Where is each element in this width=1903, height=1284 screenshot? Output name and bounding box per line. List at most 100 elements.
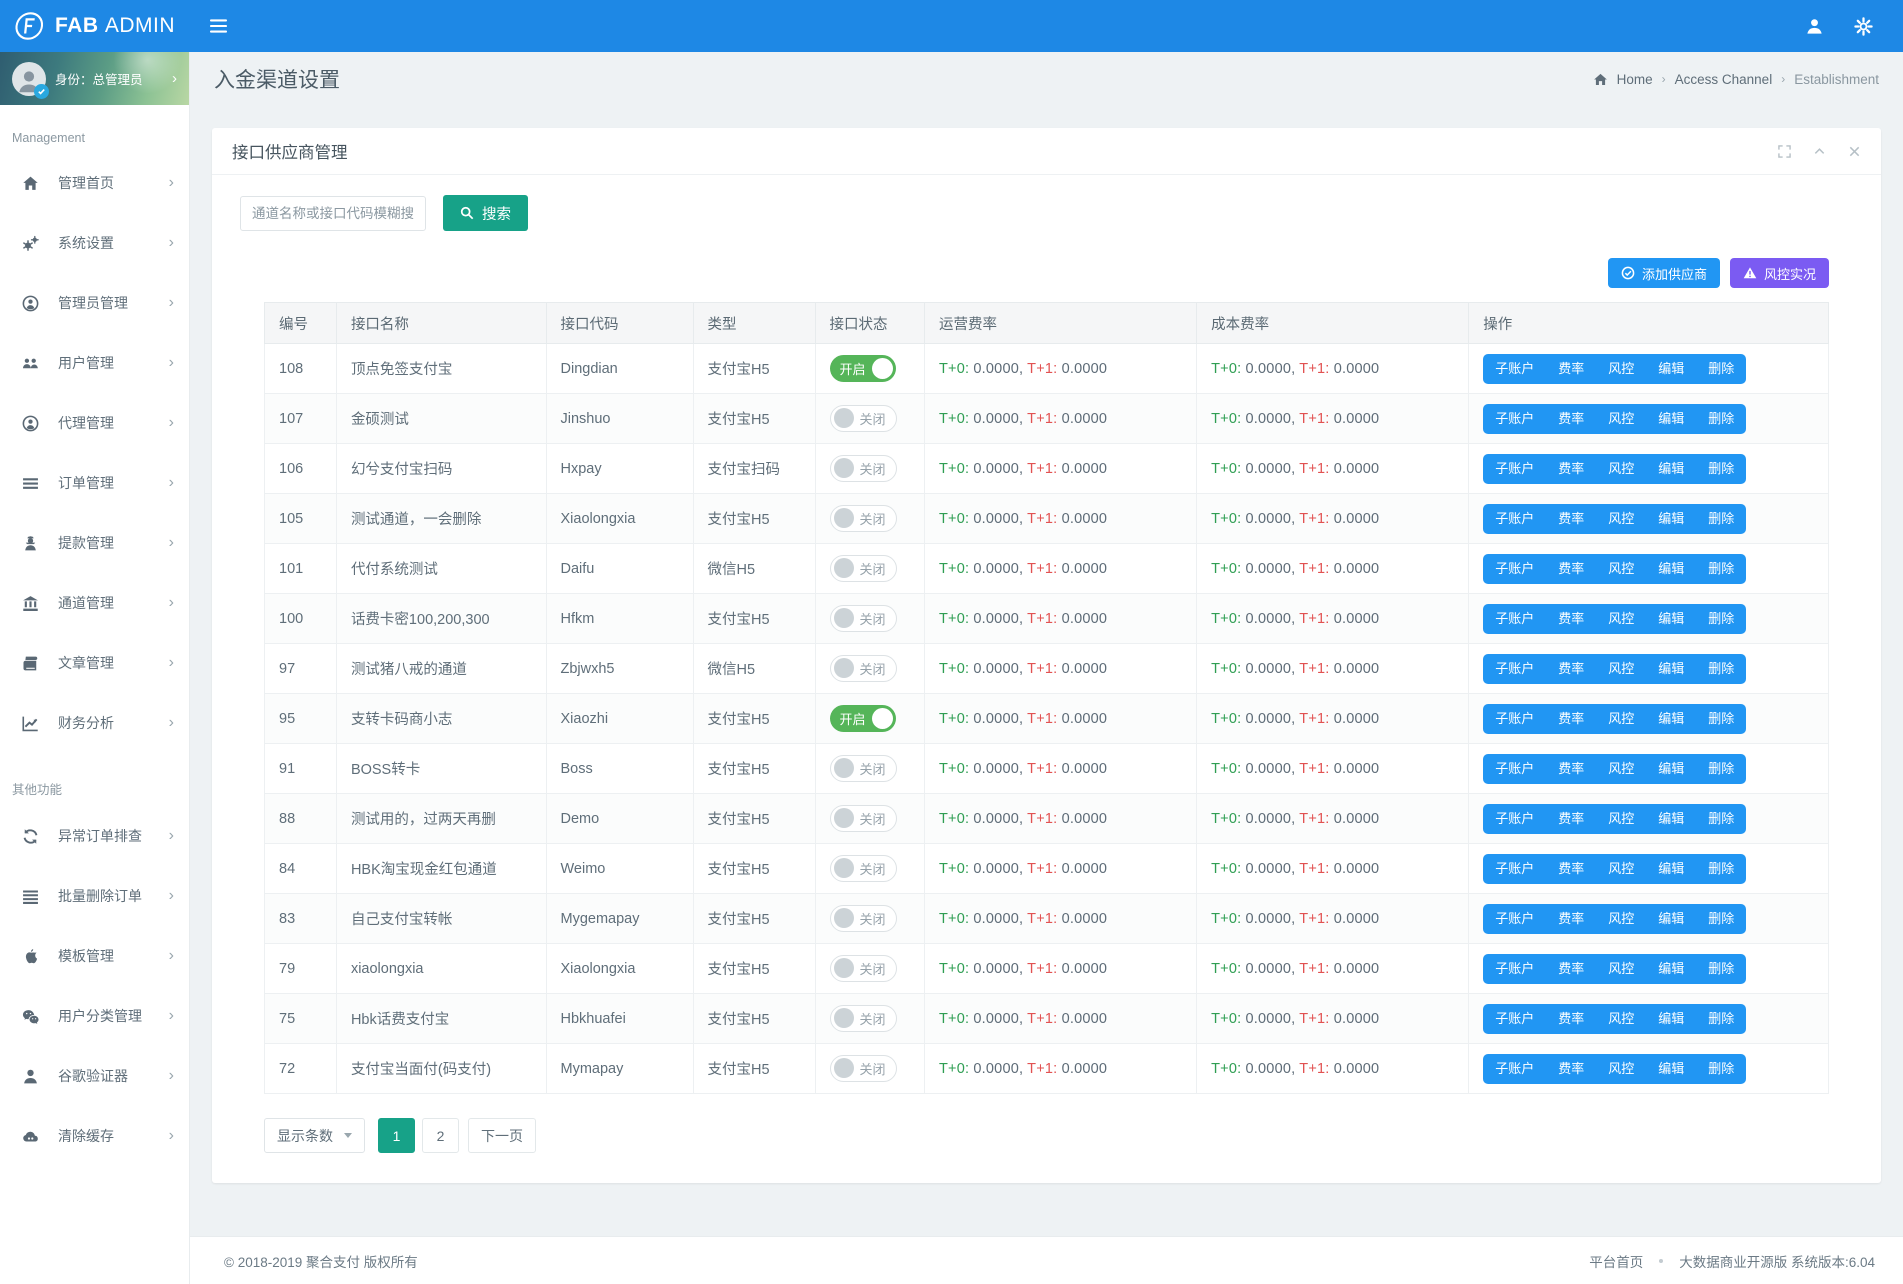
sidebar-item[interactable]: 用户分类管理› xyxy=(0,986,189,1046)
action-delete-button[interactable]: 删除 xyxy=(1696,504,1746,534)
status-toggle[interactable]: 关闭 xyxy=(830,505,897,532)
action-subaccount-button[interactable]: 子账户 xyxy=(1483,754,1546,784)
action-risk-button[interactable]: 风控 xyxy=(1596,804,1646,834)
action-edit-button[interactable]: 编辑 xyxy=(1646,704,1696,734)
sidebar-item[interactable]: 系统设置› xyxy=(0,213,189,273)
action-risk-button[interactable]: 风控 xyxy=(1596,954,1646,984)
action-subaccount-button[interactable]: 子账户 xyxy=(1483,954,1546,984)
user-account-icon[interactable] xyxy=(1805,17,1824,36)
action-subaccount-button[interactable]: 子账户 xyxy=(1483,604,1546,634)
action-delete-button[interactable]: 删除 xyxy=(1696,1004,1746,1034)
sidebar-item[interactable]: 清除缓存› xyxy=(0,1106,189,1166)
action-edit-button[interactable]: 编辑 xyxy=(1646,454,1696,484)
page-size-select[interactable]: 显示条数 xyxy=(264,1118,365,1153)
action-subaccount-button[interactable]: 子账户 xyxy=(1483,1054,1546,1084)
action-edit-button[interactable]: 编辑 xyxy=(1646,1054,1696,1084)
action-rate-button[interactable]: 费率 xyxy=(1546,754,1596,784)
action-edit-button[interactable]: 编辑 xyxy=(1646,804,1696,834)
page-button-1[interactable]: 1 xyxy=(378,1118,415,1153)
page-button-2[interactable]: 2 xyxy=(422,1118,459,1153)
sidebar-item[interactable]: 管理首页› xyxy=(0,153,189,213)
add-supplier-button[interactable]: 添加供应商 xyxy=(1608,258,1720,288)
action-delete-button[interactable]: 删除 xyxy=(1696,754,1746,784)
status-toggle[interactable]: 开启 xyxy=(830,355,896,382)
action-subaccount-button[interactable]: 子账户 xyxy=(1483,654,1546,684)
action-subaccount-button[interactable]: 子账户 xyxy=(1483,704,1546,734)
search-button[interactable]: 搜索 xyxy=(443,195,528,231)
action-edit-button[interactable]: 编辑 xyxy=(1646,904,1696,934)
action-risk-button[interactable]: 风控 xyxy=(1596,854,1646,884)
action-delete-button[interactable]: 删除 xyxy=(1696,654,1746,684)
action-risk-button[interactable]: 风控 xyxy=(1596,404,1646,434)
action-subaccount-button[interactable]: 子账户 xyxy=(1483,1004,1546,1034)
status-toggle[interactable]: 关闭 xyxy=(830,1055,897,1082)
action-edit-button[interactable]: 编辑 xyxy=(1646,554,1696,584)
action-risk-button[interactable]: 风控 xyxy=(1596,754,1646,784)
action-delete-button[interactable]: 删除 xyxy=(1696,704,1746,734)
footer-platform-home-link[interactable]: 平台首页 xyxy=(1589,1251,1643,1271)
action-delete-button[interactable]: 删除 xyxy=(1696,404,1746,434)
search-input[interactable] xyxy=(240,196,426,231)
action-risk-button[interactable]: 风控 xyxy=(1596,604,1646,634)
action-risk-button[interactable]: 风控 xyxy=(1596,904,1646,934)
action-subaccount-button[interactable]: 子账户 xyxy=(1483,804,1546,834)
action-rate-button[interactable]: 费率 xyxy=(1546,804,1596,834)
sidebar-user-panel[interactable]: 身份：总管理员 › xyxy=(0,52,189,105)
action-rate-button[interactable]: 费率 xyxy=(1546,1004,1596,1034)
action-risk-button[interactable]: 风控 xyxy=(1596,1054,1646,1084)
status-toggle[interactable]: 关闭 xyxy=(830,655,897,682)
action-rate-button[interactable]: 费率 xyxy=(1546,504,1596,534)
status-toggle[interactable]: 开启 xyxy=(830,705,896,732)
action-edit-button[interactable]: 编辑 xyxy=(1646,504,1696,534)
action-edit-button[interactable]: 编辑 xyxy=(1646,654,1696,684)
action-edit-button[interactable]: 编辑 xyxy=(1646,404,1696,434)
action-delete-button[interactable]: 删除 xyxy=(1696,854,1746,884)
status-toggle[interactable]: 关闭 xyxy=(830,555,897,582)
action-risk-button[interactable]: 风控 xyxy=(1596,554,1646,584)
action-delete-button[interactable]: 删除 xyxy=(1696,804,1746,834)
action-rate-button[interactable]: 费率 xyxy=(1546,904,1596,934)
action-edit-button[interactable]: 编辑 xyxy=(1646,354,1696,384)
breadcrumb-access-channel[interactable]: Access Channel xyxy=(1675,72,1773,87)
status-toggle[interactable]: 关闭 xyxy=(830,805,897,832)
status-toggle[interactable]: 关闭 xyxy=(830,855,897,882)
action-risk-button[interactable]: 风控 xyxy=(1596,354,1646,384)
action-delete-button[interactable]: 删除 xyxy=(1696,604,1746,634)
sidebar-item[interactable]: 谷歌验证器› xyxy=(0,1046,189,1106)
status-toggle[interactable]: 关闭 xyxy=(830,905,897,932)
status-toggle[interactable]: 关闭 xyxy=(830,605,897,632)
action-delete-button[interactable]: 删除 xyxy=(1696,554,1746,584)
sidebar-item[interactable]: 通道管理› xyxy=(0,573,189,633)
action-rate-button[interactable]: 费率 xyxy=(1546,1054,1596,1084)
sidebar-item[interactable]: 文章管理› xyxy=(0,633,189,693)
sidebar-item[interactable]: 批量删除订单› xyxy=(0,866,189,926)
action-edit-button[interactable]: 编辑 xyxy=(1646,604,1696,634)
action-rate-button[interactable]: 费率 xyxy=(1546,554,1596,584)
sidebar-item[interactable]: 模板管理› xyxy=(0,926,189,986)
action-risk-button[interactable]: 风控 xyxy=(1596,1004,1646,1034)
action-rate-button[interactable]: 费率 xyxy=(1546,954,1596,984)
action-delete-button[interactable]: 删除 xyxy=(1696,354,1746,384)
status-toggle[interactable]: 关闭 xyxy=(830,1005,897,1032)
action-subaccount-button[interactable]: 子账户 xyxy=(1483,554,1546,584)
breadcrumb-home[interactable]: Home xyxy=(1617,72,1653,87)
action-delete-button[interactable]: 删除 xyxy=(1696,954,1746,984)
action-subaccount-button[interactable]: 子账户 xyxy=(1483,854,1546,884)
status-toggle[interactable]: 关闭 xyxy=(830,455,897,482)
sidebar-item[interactable]: 提款管理› xyxy=(0,513,189,573)
action-rate-button[interactable]: 费率 xyxy=(1546,404,1596,434)
action-rate-button[interactable]: 费率 xyxy=(1546,454,1596,484)
action-subaccount-button[interactable]: 子账户 xyxy=(1483,404,1546,434)
status-toggle[interactable]: 关闭 xyxy=(830,405,897,432)
action-rate-button[interactable]: 费率 xyxy=(1546,354,1596,384)
action-risk-button[interactable]: 风控 xyxy=(1596,654,1646,684)
action-rate-button[interactable]: 费率 xyxy=(1546,704,1596,734)
action-subaccount-button[interactable]: 子账户 xyxy=(1483,454,1546,484)
risk-live-button[interactable]: 风控实况 xyxy=(1730,258,1829,288)
hamburger-menu-icon[interactable] xyxy=(210,19,227,33)
action-risk-button[interactable]: 风控 xyxy=(1596,704,1646,734)
action-edit-button[interactable]: 编辑 xyxy=(1646,954,1696,984)
sidebar-item[interactable]: 财务分析› xyxy=(0,693,189,753)
action-subaccount-button[interactable]: 子账户 xyxy=(1483,504,1546,534)
gear-icon[interactable] xyxy=(1854,17,1873,36)
